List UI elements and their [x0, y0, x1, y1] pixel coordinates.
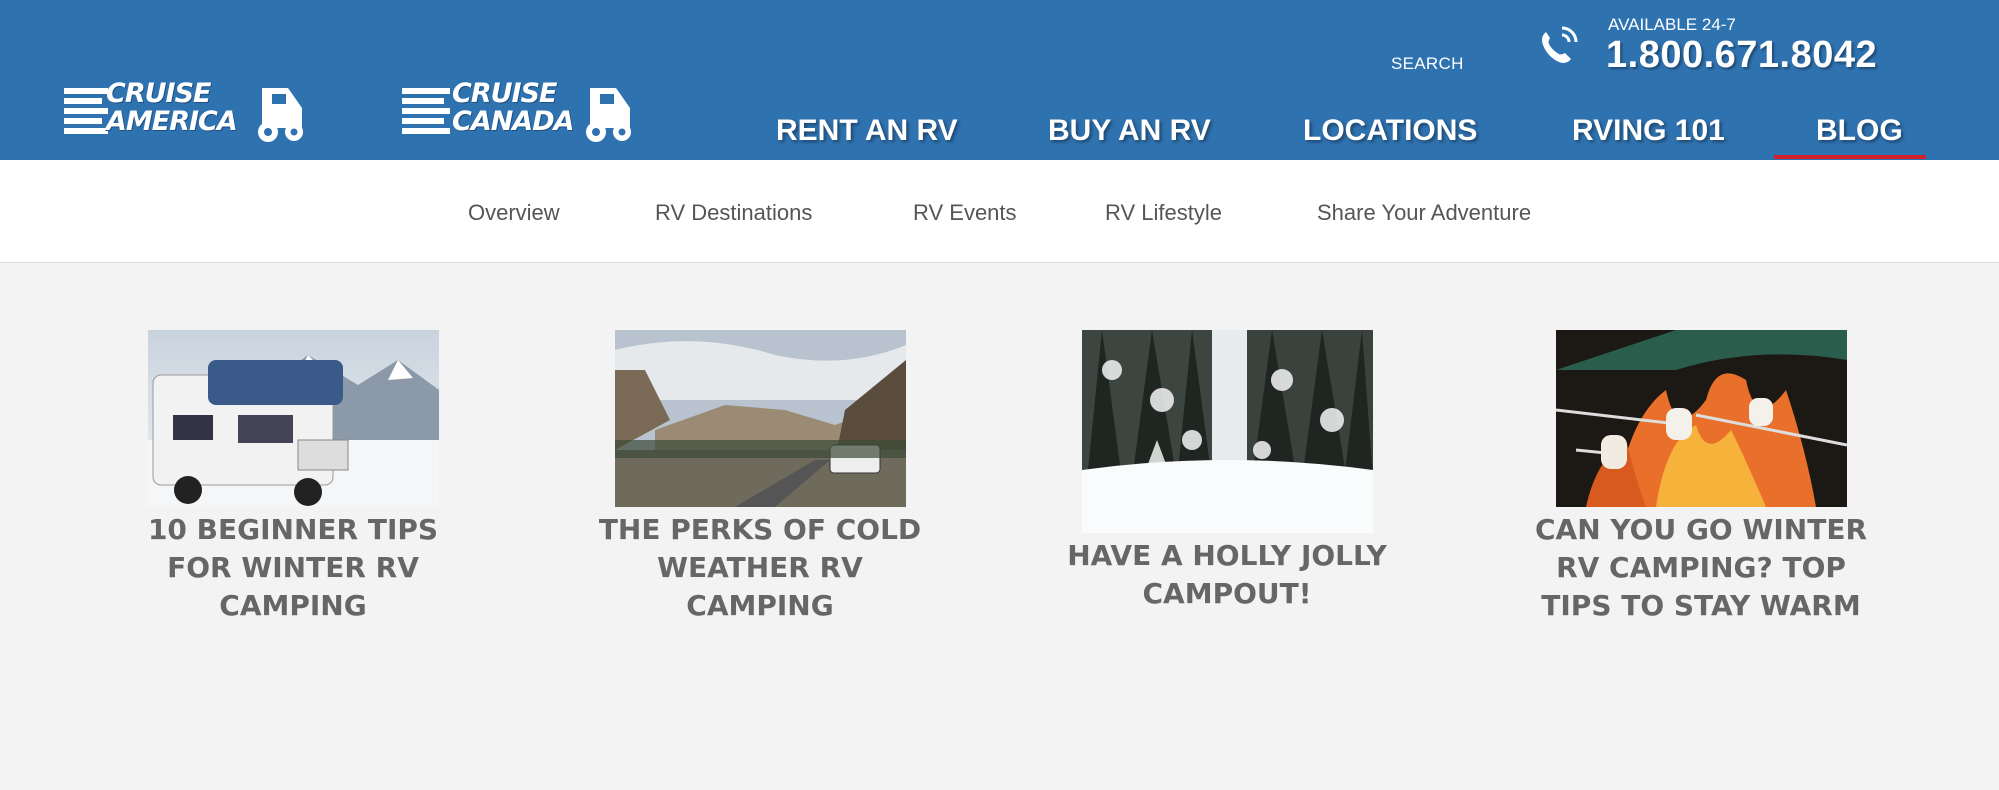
nav-buy-an-rv[interactable]: BUY AN RV: [1048, 114, 1211, 148]
subnav-rv-lifestyle[interactable]: RV Lifestyle: [1105, 200, 1222, 226]
logo-line-2: CANADA: [452, 106, 575, 137]
nav-rving-101[interactable]: RVING 101: [1572, 114, 1725, 148]
active-nav-indicator: [1774, 155, 1926, 159]
nav-rent-an-rv[interactable]: RENT AN RV: [776, 114, 958, 148]
subnav-share-your-adventure[interactable]: Share Your Adventure: [1317, 200, 1531, 226]
site-header: CRUISE AMERICA CRUISE CANADA SEARCH AVAI…: [0, 0, 1999, 160]
logo-line-2: AMERICA: [106, 106, 238, 137]
post-thumbnail[interactable]: [1555, 330, 1847, 507]
availability-text: AVAILABLE 24-7: [1608, 15, 1736, 34]
post-thumbnail[interactable]: [614, 330, 906, 507]
post-title[interactable]: HAVE A HOLLY JOLLY CAMPOUT!: [1047, 537, 1407, 613]
phone-icon: [1542, 26, 1578, 63]
cruise-america-logo[interactable]: CRUISE AMERICA: [62, 78, 310, 144]
phone-number[interactable]: 1.800.671.8042: [1606, 34, 1877, 77]
post-title[interactable]: CAN YOU GO WINTER RV CAMPING? TOP TIPS T…: [1521, 511, 1881, 625]
post-card[interactable]: 10 BEGINNER TIPS FOR WINTER RV CAMPING: [113, 330, 473, 625]
post-card[interactable]: THE PERKS OF COLD WEATHER RV CAMPING: [580, 330, 940, 625]
post-title[interactable]: THE PERKS OF COLD WEATHER RV CAMPING: [580, 511, 940, 625]
post-title[interactable]: 10 BEGINNER TIPS FOR WINTER RV CAMPING: [113, 511, 473, 625]
post-thumbnail[interactable]: [1081, 330, 1373, 533]
post-card[interactable]: CAN YOU GO WINTER RV CAMPING? TOP TIPS T…: [1521, 330, 1881, 625]
logo-line-1: CRUISE: [452, 78, 557, 109]
nav-blog[interactable]: BLOG: [1816, 114, 1903, 148]
logo-line-1: CRUISE: [106, 78, 211, 109]
cruise-canada-logo[interactable]: CRUISE CANADA: [400, 78, 640, 144]
blog-subnav: Overview RV Destinations RV Events RV Li…: [0, 160, 1999, 263]
subnav-rv-destinations[interactable]: RV Destinations: [655, 200, 812, 226]
post-card[interactable]: HAVE A HOLLY JOLLY CAMPOUT!: [1047, 330, 1407, 613]
subnav-overview[interactable]: Overview: [468, 200, 560, 226]
search-link[interactable]: SEARCH: [1391, 54, 1464, 74]
subnav-rv-events[interactable]: RV Events: [913, 200, 1017, 226]
nav-locations[interactable]: LOCATIONS: [1303, 114, 1477, 148]
post-thumbnail[interactable]: [147, 330, 439, 507]
